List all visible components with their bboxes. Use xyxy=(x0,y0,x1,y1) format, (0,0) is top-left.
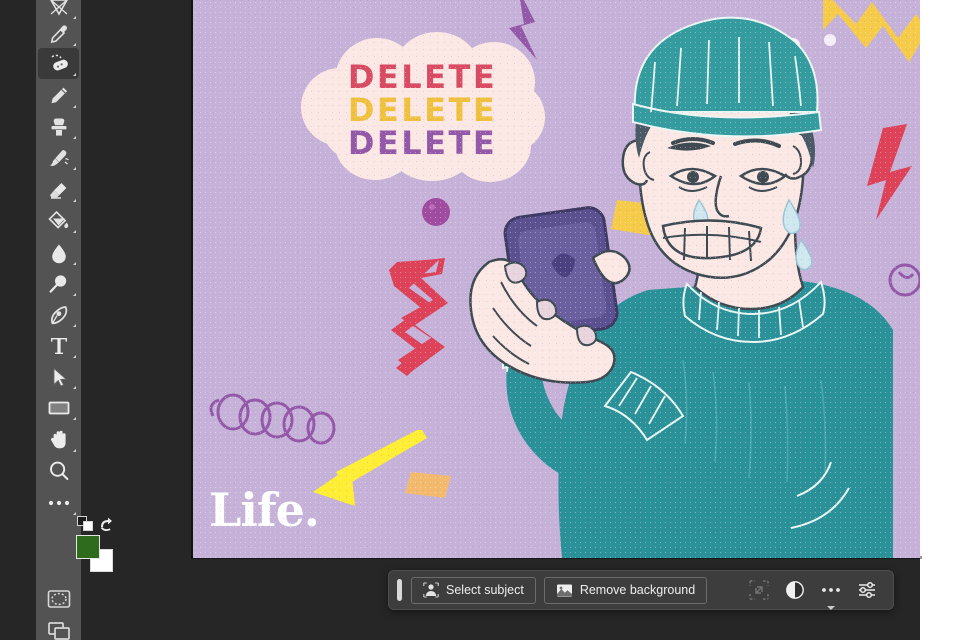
tool-rectangle[interactable] xyxy=(38,392,79,423)
document-canvas[interactable]: DELETE DELETE DELETE Life. xyxy=(193,0,920,558)
default-background-chip xyxy=(83,521,93,531)
crop-icon xyxy=(49,0,68,16)
task-bar-drag-handle[interactable] xyxy=(397,579,402,601)
tool-blur[interactable] xyxy=(38,237,79,268)
tool-type[interactable] xyxy=(38,330,79,361)
screen-mode-button[interactable] xyxy=(38,615,79,640)
contextual-task-bar[interactable]: Select subject Remove background xyxy=(388,570,894,610)
tool-flyout-indicator xyxy=(73,449,76,452)
select-subject-label: Select subject xyxy=(446,583,524,597)
history-brush-icon xyxy=(49,149,69,166)
ellipsis-icon xyxy=(822,588,840,592)
type-t-icon xyxy=(50,337,67,354)
annotation-arrow xyxy=(313,430,427,506)
select-subject-button[interactable]: Select subject xyxy=(411,576,536,604)
rectangle-icon xyxy=(48,401,69,414)
tool-flyout-indicator xyxy=(73,324,76,327)
task-bar-properties-button[interactable] xyxy=(852,577,882,604)
quick-mask-button[interactable] xyxy=(38,583,79,614)
tool-eraser[interactable] xyxy=(38,174,79,205)
tool-flyout-indicator xyxy=(73,230,76,233)
tool-zoom[interactable] xyxy=(38,455,79,486)
tool-edit-toolbar[interactable] xyxy=(38,487,79,518)
ellipsis-icon xyxy=(48,500,69,505)
bubble-text-group: DELETE DELETE DELETE xyxy=(301,38,544,181)
subject-person-icon xyxy=(423,582,439,598)
tool-brush[interactable] xyxy=(38,80,79,111)
delete-line-2: DELETE xyxy=(347,90,498,129)
tool-flyout-indicator xyxy=(73,105,76,108)
half-circle-icon xyxy=(786,581,804,599)
tool-clone-stamp[interactable] xyxy=(38,111,79,142)
thought-bubble: DELETE DELETE DELETE xyxy=(301,32,545,182)
paint-bucket-icon xyxy=(47,210,68,229)
left-dark-strip xyxy=(0,0,36,640)
chevron-down-icon xyxy=(827,605,835,610)
healing-brush-icon xyxy=(50,54,68,70)
remove-background-button[interactable]: Remove background xyxy=(543,576,708,604)
tool-flyout-indicator xyxy=(73,417,76,420)
arrow-cursor-icon xyxy=(53,367,67,387)
foreground-color-swatch[interactable] xyxy=(76,535,100,559)
water-drop-icon xyxy=(51,244,66,263)
more-options-button[interactable] xyxy=(816,577,846,610)
transform-selection-icon xyxy=(749,580,769,600)
screen-mode-icon xyxy=(47,621,70,640)
eraser-icon xyxy=(49,182,66,199)
dodge-icon xyxy=(49,274,66,293)
magnifier-icon xyxy=(49,461,68,480)
color-swatches[interactable] xyxy=(76,535,114,573)
hand-icon xyxy=(50,430,66,448)
tool-flyout-indicator xyxy=(73,293,76,296)
tool-flyout-indicator xyxy=(73,73,76,76)
photoshop-window: DELETE DELETE DELETE Life. Select subjec… xyxy=(0,0,960,640)
sliders-icon xyxy=(859,581,875,599)
stamp-icon xyxy=(51,118,66,136)
transform-selection-button[interactable] xyxy=(744,577,774,604)
tool-flyout-indicator xyxy=(73,199,76,202)
adjustment-button[interactable] xyxy=(780,577,810,604)
tools-panel[interactable] xyxy=(36,0,113,640)
tool-flyout-indicator xyxy=(73,262,76,265)
eyedropper-icon xyxy=(50,24,67,43)
tool-hand[interactable] xyxy=(38,424,79,455)
delete-line-1: DELETE xyxy=(347,57,498,96)
tool-flyout-indicator xyxy=(73,43,76,46)
tool-spot-healing-brush[interactable] xyxy=(38,48,79,79)
remove-background-label: Remove background xyxy=(579,583,696,597)
quick-mask-icon xyxy=(47,589,70,608)
tool-flyout-indicator xyxy=(73,355,76,358)
delete-line-3: DELETE xyxy=(347,123,498,162)
tool-flyout-indicator xyxy=(73,512,76,515)
default-colors-button[interactable] xyxy=(77,516,93,531)
tool-path-selection[interactable] xyxy=(38,361,79,392)
image-photo-icon xyxy=(556,584,572,596)
tool-flyout-indicator xyxy=(73,136,76,139)
pen-nib-icon xyxy=(50,305,67,324)
tool-gradient[interactable] xyxy=(38,205,79,236)
tool-flyout-indicator xyxy=(73,167,76,170)
tool-history-brush[interactable] xyxy=(38,142,79,173)
tool-pen[interactable] xyxy=(38,299,79,330)
tool-eyedropper[interactable] xyxy=(38,18,79,49)
tool-dodge[interactable] xyxy=(38,268,79,299)
swap-colors-button[interactable] xyxy=(98,516,114,532)
tool-flyout-indicator xyxy=(73,386,76,389)
pencil-icon xyxy=(51,87,67,103)
